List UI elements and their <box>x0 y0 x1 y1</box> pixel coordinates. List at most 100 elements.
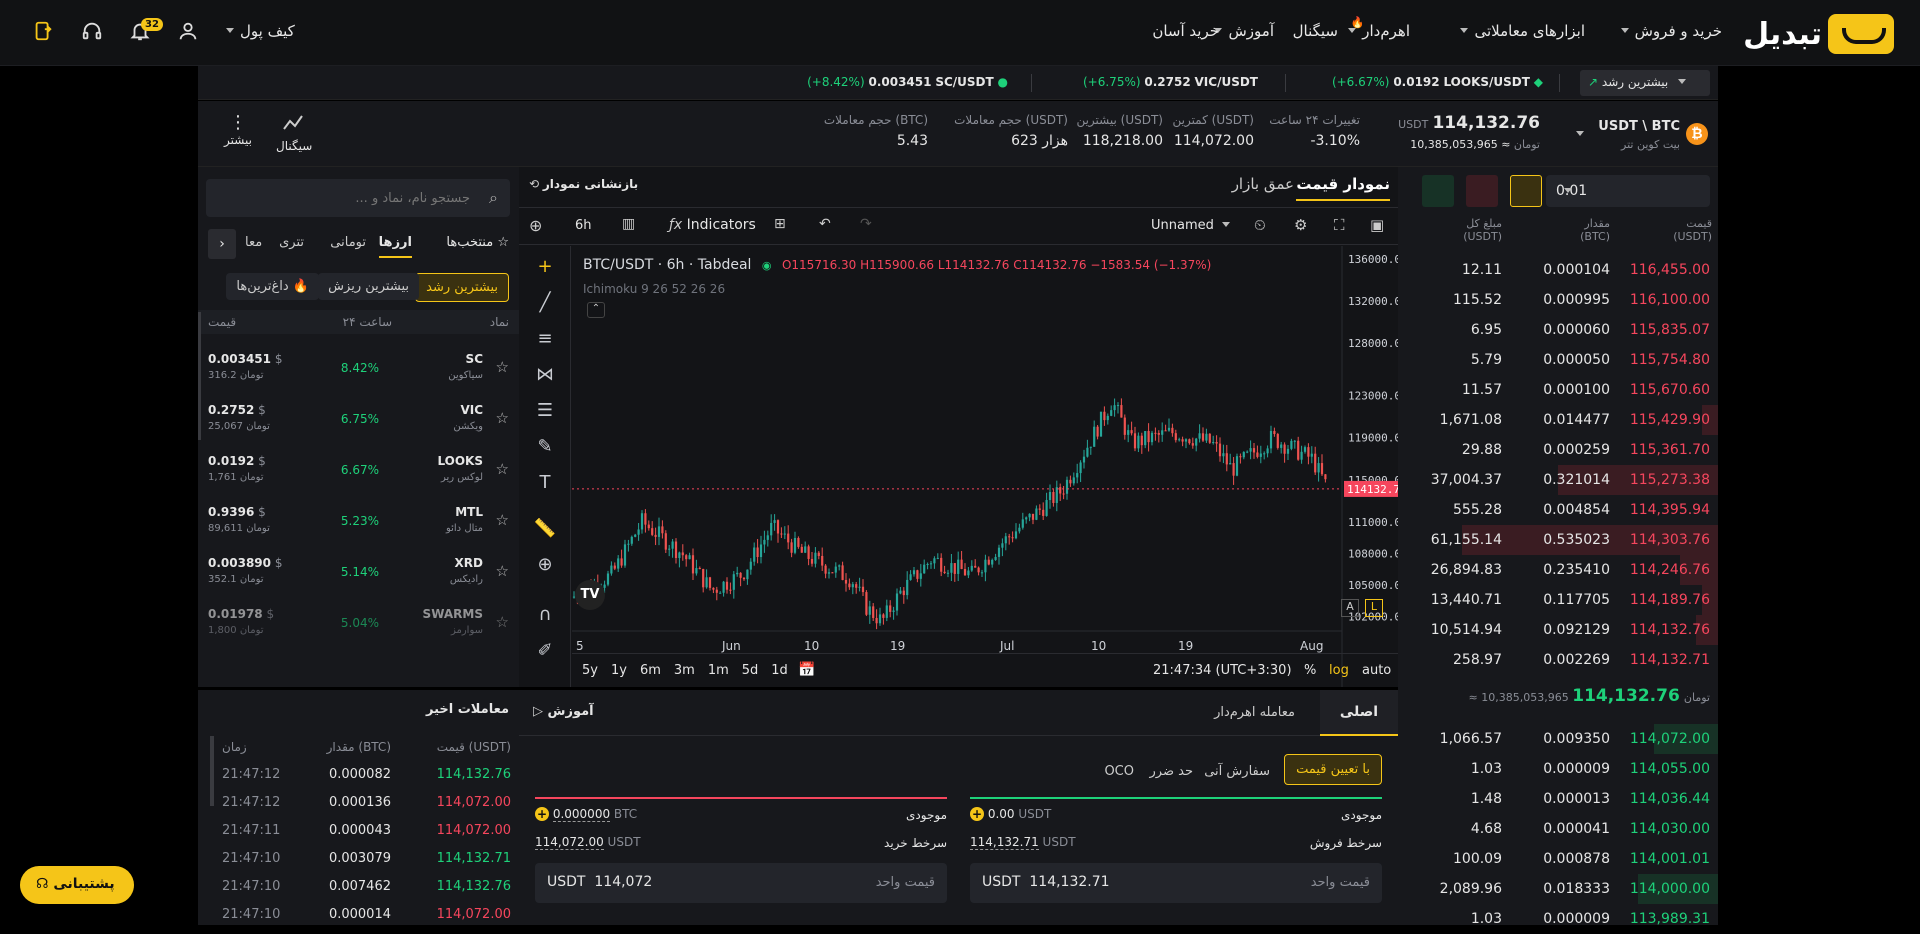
tab-price-chart[interactable]: نمودار قیمت <box>1296 175 1390 201</box>
settings-icon[interactable]: ⚙ <box>1294 216 1307 234</box>
brush-icon[interactable]: ✎ <box>533 436 557 460</box>
star-icon[interactable]: ☆ <box>496 613 509 631</box>
ask-row[interactable]: 115,429.90 0.014477 1,671.08 <box>1398 405 1718 435</box>
bid-row[interactable]: 114,055.00 0.000009 1.03 <box>1398 754 1718 784</box>
range-1m[interactable]: 1m <box>708 663 729 678</box>
view-both-icon[interactable] <box>1510 175 1542 207</box>
bid-row[interactable]: 114,000.00 0.018333 2,089.96 <box>1398 874 1718 904</box>
ask-row[interactable]: 116,455.00 0.000104 12.11 <box>1398 255 1718 285</box>
star-icon[interactable]: ☆ <box>496 358 509 376</box>
pair-selector[interactable]: USDT \ BTC بیت کوین تتر <box>1598 119 1680 151</box>
calendar-icon[interactable]: 📅 <box>798 662 815 678</box>
nav-education[interactable]: آموزش <box>1214 22 1274 40</box>
add-symbol-icon[interactable]: ⊕ <box>529 216 542 235</box>
scale-l-button[interactable]: L <box>1365 599 1383 617</box>
candle-type-icon[interactable]: ▥ <box>622 216 635 232</box>
view-asks-icon[interactable] <box>1466 175 1498 207</box>
alert-icon[interactable]: ⏲ <box>1254 216 1266 234</box>
undo-icon[interactable]: ↶ <box>819 216 831 232</box>
scale-auto[interactable]: auto <box>1362 663 1391 678</box>
ask-row[interactable]: 114,303.76 0.535023 61,155.14 <box>1398 525 1718 555</box>
price-step-select[interactable]: 0.01 <box>1546 175 1710 207</box>
bid-row[interactable]: 113,989.31 0.000009 1.03 <box>1398 904 1718 934</box>
signal-button[interactable]: سیگنال <box>276 113 312 153</box>
ask-row[interactable]: 115,273.38 0.321014 37,004.37 <box>1398 465 1718 495</box>
scale-log[interactable]: log <box>1329 663 1349 678</box>
range-5y[interactable]: 5y <box>582 663 598 678</box>
ticker-sort-dropdown[interactable]: ↗ بیشترین رشد <box>1580 70 1710 96</box>
tab-market-depth[interactable]: عمق بازار <box>1232 175 1294 193</box>
lock-drawing-icon[interactable]: ✐ <box>533 640 557 664</box>
scale-a-button[interactable]: A <box>1341 599 1359 617</box>
tab-more[interactable]: معا <box>245 235 265 250</box>
ticker-item[interactable]: (+8.42%) 0.003451 SC/USDT ● <box>807 75 1008 89</box>
bid-row[interactable]: 114,001.01 0.000878 100.09 <box>1398 844 1718 874</box>
filter-top-losers[interactable]: بیشترین ریزش <box>318 273 419 300</box>
range-6m[interactable]: 6m <box>640 663 661 678</box>
market-row[interactable]: ☆ MTL متال دائو 5.23% 0.9396 $ 89,611 تومان <box>198 497 519 548</box>
order-type-limit[interactable]: با تعیین قیمت <box>1284 754 1382 785</box>
scale-percent[interactable]: % <box>1304 663 1316 678</box>
bid-row[interactable]: 114,036.44 0.000013 1.48 <box>1398 784 1718 814</box>
range-1d[interactable]: 1d <box>771 663 788 678</box>
price-chart[interactable]: 136000.00 132000.00 128000.00 123000.00 1190… <box>572 246 1398 687</box>
filter-hot[interactable]: داغ‌ترین‌ها 🔥 <box>226 273 319 300</box>
crosshair-icon[interactable]: + <box>533 256 557 280</box>
order-type-stop[interactable]: حد ضرر <box>1140 758 1203 785</box>
fib-icon[interactable]: ≡ <box>533 328 557 352</box>
zoom-icon[interactable]: ⊕ <box>533 554 557 578</box>
ticker-item[interactable]: (+6.75%) 0.2752 VIC/USDT <box>1083 75 1258 89</box>
market-row[interactable]: ☆ LOOKS لوکس ریر 6.67% 0.0192 $ 1,761 تومان <box>198 446 519 497</box>
ask-row[interactable]: 115,754.80 0.000050 5.79 <box>1398 345 1718 375</box>
tab-coins[interactable]: ارزها <box>378 235 412 258</box>
ask-row[interactable]: 114,132.71 0.002269 258.97 <box>1398 645 1718 675</box>
star-icon[interactable]: ☆ <box>496 511 509 529</box>
text-icon[interactable]: T <box>533 472 557 496</box>
camera-icon[interactable]: ▣ <box>1370 216 1384 234</box>
magnet-icon[interactable]: ∩ <box>533 604 557 628</box>
search-input[interactable] <box>246 179 506 217</box>
tab-margin-trade[interactable]: معامله اهرم‌دار <box>1214 705 1295 720</box>
order-type-oco[interactable]: OCO <box>1094 758 1144 785</box>
ask-row[interactable]: 115,835.07 0.000060 6.95 <box>1398 315 1718 345</box>
nav-signal[interactable]: سیگنال 🔥 <box>1293 16 1365 40</box>
fullscreen-icon[interactable]: ⛶ <box>1334 216 1345 234</box>
buy-rate[interactable]: 114,072.00 USDT <box>535 835 641 850</box>
star-icon[interactable]: ☆ <box>496 562 509 580</box>
support-button[interactable]: ☊ پشتیبانی <box>20 866 134 904</box>
nav-trading-tools[interactable]: ابزارهای معاملاتی <box>1460 22 1585 40</box>
ticker-item[interactable]: (+6.67%) 0.0192 LOOKS/USDT ◆ <box>1332 75 1543 89</box>
interval-button[interactable]: 6h <box>575 218 592 233</box>
ruler-icon[interactable]: 📏 <box>533 518 557 542</box>
ask-row[interactable]: 114,189.76 0.117705 13,440.71 <box>1398 585 1718 615</box>
market-row[interactable]: ☆ SC سیاکوین 8.42% 0.003451 $ 316.2 تومان <box>198 344 519 395</box>
market-row[interactable]: ☆ VIC ویکشن 6.75% 0.2752 $ 25,067 تومان <box>198 395 519 446</box>
ask-row[interactable]: 114,395.94 0.004854 555.28 <box>1398 495 1718 525</box>
tab-favorites[interactable]: منتخب‌ها ☆ <box>446 235 509 250</box>
redo-icon[interactable]: ↷ <box>860 216 872 232</box>
more-button[interactable]: ⋮ بیشتر <box>224 113 252 148</box>
filter-top-gainers[interactable]: بیشترین رشد <box>415 273 509 302</box>
bid-row[interactable]: 114,030.00 0.000041 4.68 <box>1398 814 1718 844</box>
headset-icon[interactable] <box>79 20 105 46</box>
range-1y[interactable]: 1y <box>611 663 627 678</box>
wallet-menu[interactable]: کیف پول <box>226 22 295 40</box>
templates-icon[interactable]: ⊞ <box>774 216 786 232</box>
tab-spot[interactable]: اصلی <box>1320 690 1398 736</box>
star-icon[interactable]: ☆ <box>496 409 509 427</box>
ask-row[interactable]: 116,100.00 0.000995 115.52 <box>1398 285 1718 315</box>
tabs-scroll-icon[interactable]: › <box>208 229 236 259</box>
collapse-legend-icon[interactable]: ⌃ <box>587 302 605 318</box>
buy-unit-price-field[interactable]: قیمت واحد USDT 114,072 <box>535 863 947 903</box>
trendline-icon[interactable]: ╱ <box>533 292 557 316</box>
brand-logo[interactable]: تبدیل <box>1743 14 1894 54</box>
user-icon[interactable] <box>175 20 201 46</box>
prediction-icon[interactable]: ☰ <box>533 400 557 424</box>
market-row[interactable]: ☆ SWARMS سوارمز 5.04% 0.01978 $ 1,800 تومان <box>198 599 519 650</box>
view-bids-icon[interactable] <box>1422 175 1454 207</box>
tab-tether[interactable]: تتری <box>279 235 304 250</box>
star-icon[interactable]: ☆ <box>496 460 509 478</box>
sell-rate[interactable]: 114,132.71 USDT <box>970 835 1076 850</box>
ask-row[interactable]: 115,670.60 0.000100 11.57 <box>1398 375 1718 405</box>
ask-row[interactable]: 114,132.76 0.092129 10,514.94 <box>1398 615 1718 645</box>
